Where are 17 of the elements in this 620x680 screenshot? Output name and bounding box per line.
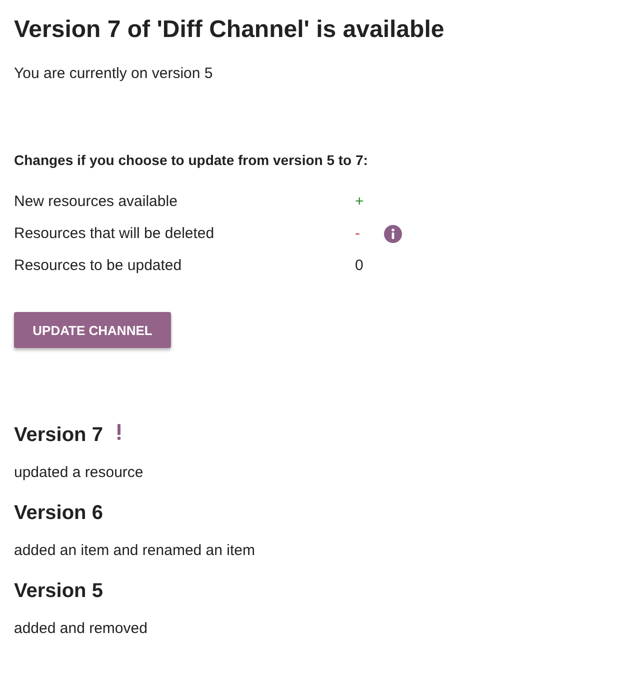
changes-heading: Changes if you choose to update from version 5 to 7: bbox=[14, 151, 368, 170]
page-title: Version 7 of 'Diff Channel' is available bbox=[14, 15, 444, 45]
version-heading: Version 7 bbox=[14, 423, 103, 448]
change-count: - bbox=[355, 224, 360, 244]
version-heading: Version 5 bbox=[14, 579, 103, 604]
change-label: New resources available bbox=[14, 192, 178, 212]
change-count: 0 bbox=[355, 256, 364, 276]
version-description: updated a resource bbox=[14, 463, 144, 483]
current-version-text: You are currently on version 5 bbox=[14, 64, 213, 84]
version-description: added and removed bbox=[14, 619, 148, 639]
change-label: Resources that will be deleted bbox=[14, 224, 216, 244]
info-icon[interactable] bbox=[384, 225, 402, 243]
change-label: Resources to be updated bbox=[14, 256, 183, 276]
version-description: added an item and renamed an item bbox=[14, 541, 255, 561]
version-heading: Version 6 bbox=[14, 501, 103, 526]
update-channel-button[interactable]: UPDATE CHANNEL bbox=[14, 312, 171, 348]
change-count: + bbox=[355, 192, 364, 212]
